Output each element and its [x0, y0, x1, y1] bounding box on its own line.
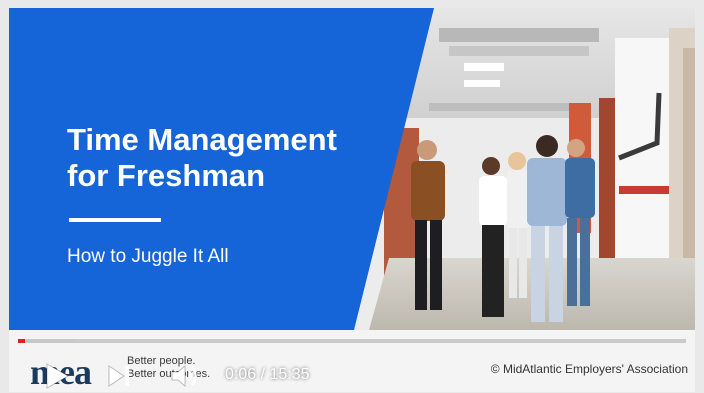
- slide-title-line-2: for Freshman: [67, 158, 266, 193]
- slide-title-line-1: Time Management: [67, 122, 337, 157]
- slide-title: Time Management for Freshman: [67, 122, 387, 194]
- player-controls: 0:06 / 15:35: [32, 360, 352, 390]
- play-icon[interactable]: [44, 362, 70, 390]
- slide-subtitle: How to Juggle It All: [67, 246, 229, 267]
- video-frame[interactable]: Time Management for Freshman How to Jugg…: [9, 8, 695, 330]
- progress-played: [18, 339, 25, 343]
- progress-buffered: [18, 339, 75, 343]
- title-divider: [69, 218, 161, 222]
- time-display: 0:06 / 15:35: [225, 366, 310, 383]
- next-icon[interactable]: [106, 364, 132, 388]
- video-player[interactable]: Time Management for Freshman How to Jugg…: [0, 0, 704, 392]
- progress-bar[interactable]: [18, 339, 686, 343]
- volume-icon[interactable]: [170, 363, 200, 389]
- copyright-text: © MidAtlantic Employers' Association: [490, 362, 688, 376]
